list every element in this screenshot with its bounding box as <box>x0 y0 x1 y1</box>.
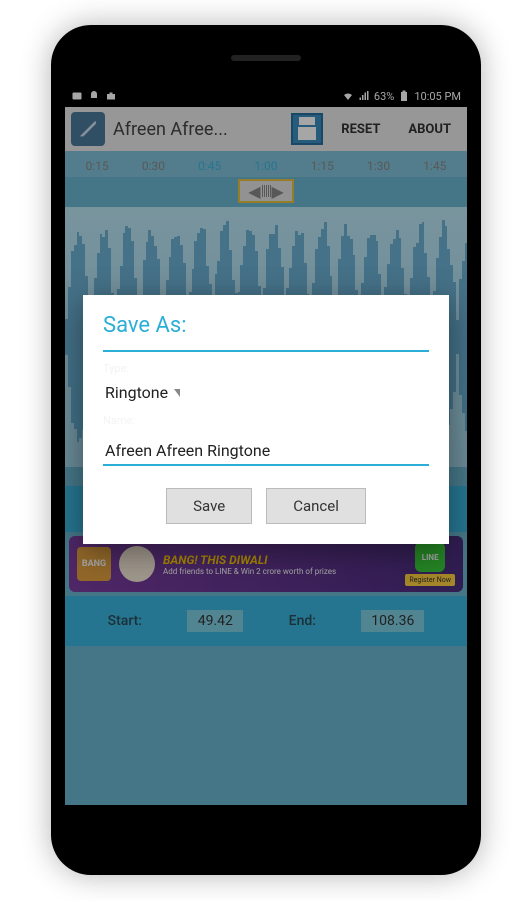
save-as-dialog: Save As: Type: Ringtone Name: Save Cance… <box>83 295 449 544</box>
name-label: Name: <box>103 414 429 427</box>
screen: 63% 10:05 PM Afreen Afree... RESET ABOUT… <box>65 85 467 805</box>
chevron-down-icon <box>174 389 180 397</box>
dialog-title: Save As: <box>103 313 429 350</box>
type-dropdown[interactable]: Ringtone <box>103 377 182 406</box>
cancel-button[interactable]: Cancel <box>266 488 366 524</box>
divider <box>103 350 429 352</box>
save-button[interactable]: Save <box>166 488 252 524</box>
type-value: Ringtone <box>105 383 168 402</box>
speaker-slot <box>231 55 301 61</box>
type-label: Type: <box>103 362 429 375</box>
device-frame: 63% 10:05 PM Afreen Afree... RESET ABOUT… <box>51 25 481 875</box>
name-input[interactable] <box>103 435 429 466</box>
